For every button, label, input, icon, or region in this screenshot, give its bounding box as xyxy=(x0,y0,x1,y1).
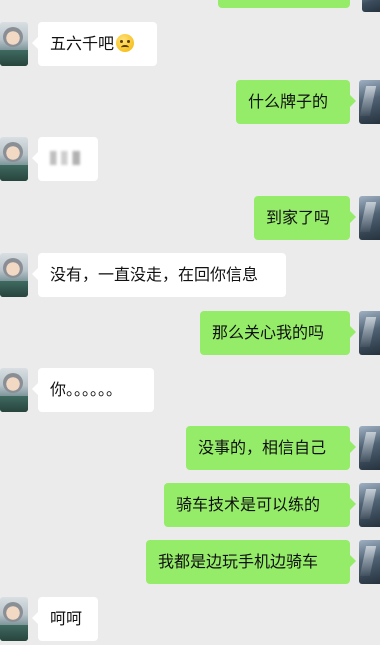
self-avatar[interactable] xyxy=(359,426,380,470)
contact-avatar[interactable] xyxy=(0,253,28,297)
incoming-message-bubble[interactable]: 五六千吧 xyxy=(32,22,157,66)
outgoing-message-bubble[interactable]: 那么关心我的吗 xyxy=(200,311,356,355)
message-text: 骑车技术是可以练的 xyxy=(176,495,321,514)
message-text: 那么关心我的吗 xyxy=(212,323,325,342)
self-avatar[interactable] xyxy=(359,196,380,240)
message-text: 呵呵 xyxy=(50,609,83,628)
outgoing-message-bubble[interactable]: 骑车技术是可以练的 xyxy=(164,483,356,527)
avatar-body xyxy=(0,281,28,297)
message-text: 你。。。。。。 xyxy=(50,380,123,399)
message-text: 没事的，相信自己 xyxy=(198,438,327,457)
partial-self-avatar[interactable] xyxy=(362,0,380,12)
smiling-sweat-emoji-icon xyxy=(116,33,135,52)
avatar-shine xyxy=(359,202,377,232)
blurred-content xyxy=(50,150,86,165)
self-avatar[interactable] xyxy=(359,540,380,584)
outgoing-message-bubble[interactable]: 什么牌子的 xyxy=(236,80,356,124)
avatar-body xyxy=(0,625,28,641)
avatar-shine xyxy=(359,546,377,576)
avatar-face xyxy=(3,602,23,622)
message-text: 五六千吧 xyxy=(50,34,115,53)
message-text: 到家了吗 xyxy=(266,208,331,227)
contact-avatar[interactable] xyxy=(0,137,28,181)
avatar-face xyxy=(3,258,23,278)
incoming-message-bubble[interactable] xyxy=(32,137,98,181)
avatar-face xyxy=(3,142,23,162)
contact-avatar[interactable] xyxy=(0,597,28,641)
contact-avatar[interactable] xyxy=(0,368,28,412)
avatar-shine xyxy=(359,86,377,116)
incoming-message-bubble[interactable]: 没有，一直没走，在回你信息 xyxy=(32,253,286,297)
avatar-body xyxy=(0,396,28,412)
avatar-shine xyxy=(359,489,377,519)
avatar-shine xyxy=(359,317,377,347)
partial-outgoing-bubble[interactable] xyxy=(218,0,350,8)
self-avatar[interactable] xyxy=(359,80,380,124)
outgoing-message-bubble[interactable]: 没事的，相信自己 xyxy=(186,426,356,470)
avatar-body xyxy=(0,50,28,66)
chat-window: 五六千吧 什么牌子的 到家了吗 没有，一直没走，在回你信息 那么关心我的吗 你。… xyxy=(0,0,380,645)
message-text: 我都是边玩手机边骑车 xyxy=(158,552,319,571)
outgoing-message-bubble[interactable]: 到家了吗 xyxy=(254,196,356,240)
avatar-shine xyxy=(359,432,377,462)
incoming-message-bubble[interactable]: 呵呵 xyxy=(32,597,98,641)
incoming-message-bubble[interactable]: 你。。。。。。 xyxy=(32,368,154,412)
avatar-face xyxy=(3,27,23,47)
self-avatar[interactable] xyxy=(359,311,380,355)
message-text: 什么牌子的 xyxy=(248,92,329,111)
outgoing-message-bubble[interactable]: 我都是边玩手机边骑车 xyxy=(146,540,356,584)
avatar-body xyxy=(0,165,28,181)
message-text: 没有，一直没走，在回你信息 xyxy=(50,265,259,284)
self-avatar[interactable] xyxy=(359,483,380,527)
avatar-face xyxy=(3,373,23,393)
contact-avatar[interactable] xyxy=(0,22,28,66)
